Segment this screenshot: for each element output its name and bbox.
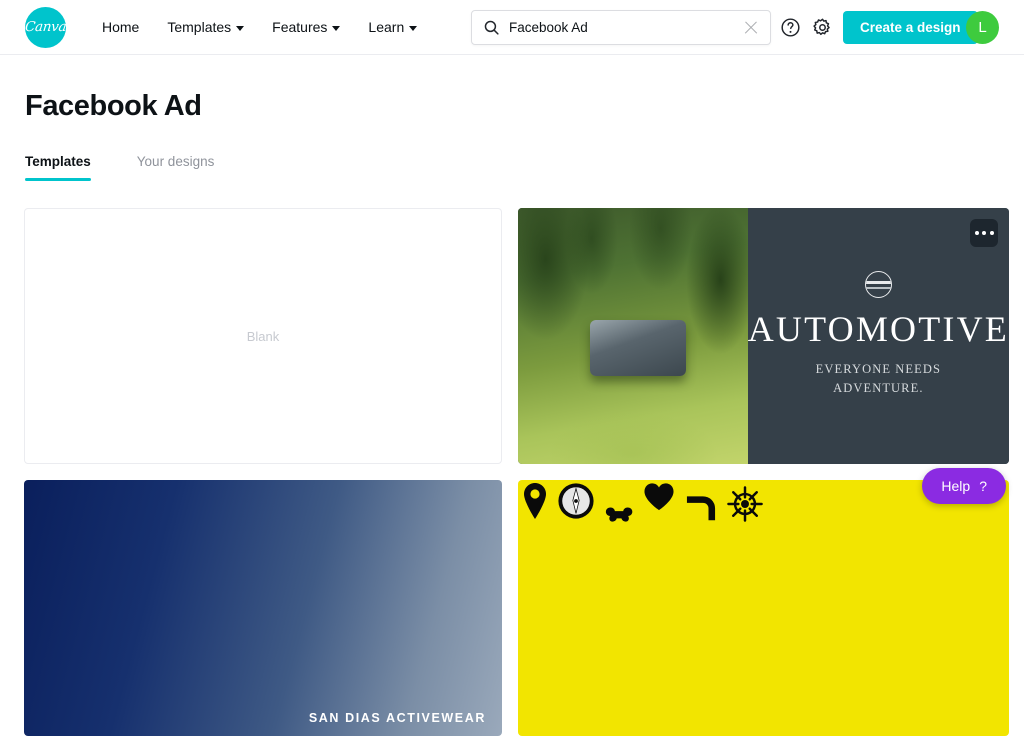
template-card-automotive[interactable]: AUTOMOTIVE EVERYONE NEEDS ADVENTURE. bbox=[518, 208, 1009, 464]
tab-your-designs-label: Your designs bbox=[137, 154, 215, 169]
dot bbox=[975, 231, 979, 235]
tab-templates-label: Templates bbox=[25, 154, 91, 169]
content-tabs: Templates Your designs bbox=[25, 154, 214, 181]
compass-icon bbox=[557, 482, 595, 520]
help-widget-label: Help bbox=[941, 478, 970, 494]
template-card-blank[interactable]: Blank bbox=[24, 208, 502, 464]
nav-item-features-label: Features bbox=[272, 19, 327, 35]
nav-item-features[interactable]: Features bbox=[258, 11, 354, 43]
template-card-blank-label: Blank bbox=[247, 329, 280, 344]
more-options-icon[interactable] bbox=[970, 219, 998, 247]
template-grid: Blank AUTOMOTIVE EVERYONE NEEDS ADVENTUR… bbox=[24, 208, 1009, 736]
dot bbox=[982, 231, 986, 235]
nav-item-templates[interactable]: Templates bbox=[153, 11, 258, 43]
search-input[interactable] bbox=[509, 20, 743, 35]
question-circle-icon[interactable] bbox=[780, 17, 801, 38]
tab-your-designs[interactable]: Your designs bbox=[137, 154, 215, 181]
help-widget-button[interactable]: Help ? bbox=[922, 468, 1006, 504]
gear-icon[interactable] bbox=[812, 17, 833, 38]
template-card-activewear[interactable]: SAN DIAS ACTIVEWEAR bbox=[24, 480, 502, 736]
canva-logo-text: Canva bbox=[24, 19, 67, 35]
question-mark-icon: ? bbox=[979, 478, 987, 494]
chevron-down-icon bbox=[236, 26, 244, 31]
template-subtitle-line2: ADVENTURE. bbox=[816, 379, 941, 397]
create-a-design-button[interactable]: Create a design bbox=[843, 11, 978, 44]
bone-icon bbox=[604, 496, 634, 534]
heart-icon bbox=[643, 482, 675, 512]
top-header: Canva Home Templates Features Learn bbox=[0, 0, 1024, 55]
avatar-initial: L bbox=[978, 19, 986, 36]
nav-item-home-label: Home bbox=[102, 19, 139, 35]
chevron-down-icon bbox=[409, 26, 417, 31]
template-subtitle-automotive: EVERYONE NEEDS ADVENTURE. bbox=[816, 360, 941, 396]
avatar[interactable]: L bbox=[966, 11, 999, 44]
template-card-activewear-label: SAN DIAS ACTIVEWEAR bbox=[309, 711, 486, 725]
template-photo-forest-vehicle bbox=[518, 208, 748, 464]
template-title-automotive: AUTOMOTIVE bbox=[748, 311, 1009, 347]
nav-item-templates-label: Templates bbox=[167, 19, 231, 35]
main-navigation: Home Templates Features Learn bbox=[88, 11, 431, 43]
nav-item-learn-label: Learn bbox=[368, 19, 404, 35]
close-icon[interactable] bbox=[743, 20, 759, 36]
chevron-down-icon bbox=[332, 26, 340, 31]
circle-emblem-icon bbox=[865, 271, 892, 298]
template-card-icon-set[interactable] bbox=[518, 480, 1009, 736]
canva-logo-icon[interactable]: Canva bbox=[25, 7, 66, 48]
search-icon bbox=[483, 19, 500, 36]
template-subtitle-line1: EVERYONE NEEDS bbox=[816, 360, 941, 378]
search-bar[interactable] bbox=[471, 10, 771, 45]
arrow-curve-icon bbox=[684, 494, 718, 524]
nav-item-home[interactable]: Home bbox=[88, 11, 153, 43]
icon-set-strip bbox=[522, 482, 763, 534]
nav-item-learn[interactable]: Learn bbox=[354, 11, 431, 43]
tab-templates[interactable]: Templates bbox=[25, 154, 91, 181]
ship-wheel-icon bbox=[727, 485, 763, 523]
location-pin-icon bbox=[522, 482, 548, 520]
template-text-panel: AUTOMOTIVE EVERYONE NEEDS ADVENTURE. bbox=[748, 208, 1009, 464]
page-title: Facebook Ad bbox=[25, 90, 202, 123]
dot bbox=[990, 231, 994, 235]
